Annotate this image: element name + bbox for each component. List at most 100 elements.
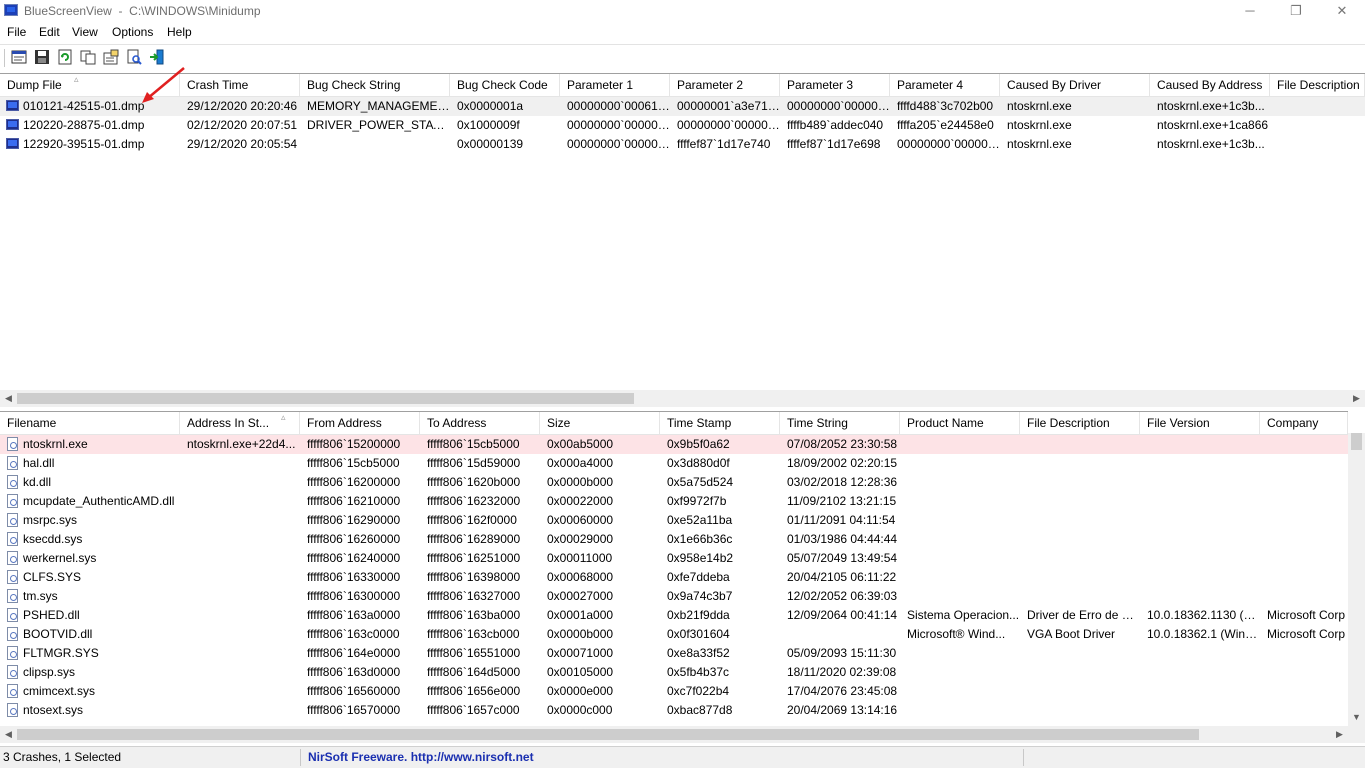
scroll-left-icon[interactable]: ◀ [0, 390, 17, 407]
driver-row[interactable]: cmimcext.sys fffff806`16560000 fffff806`16… [0, 682, 1348, 701]
driver-col-size[interactable]: Size [540, 412, 660, 434]
driver-col-company[interactable]: Company [1260, 412, 1348, 434]
driver-row[interactable]: hal.dll fffff806`15cb5000 fffff806`15d5900… [0, 454, 1348, 473]
driver-cell-product-name [900, 568, 1020, 587]
scroll-thumb[interactable] [17, 393, 634, 404]
driver-col-filename[interactable]: Filename [0, 412, 180, 434]
driver-col-time-stamp[interactable]: Time Stamp [660, 412, 780, 434]
driver-cell-filename: FLTMGR.SYS [23, 646, 99, 660]
driver-row[interactable]: mcupdate_AuthenticAMD.dll fffff806`162100… [0, 492, 1348, 511]
driver-row[interactable]: ntosext.sys fffff806`16570000 fffff806`165… [0, 701, 1348, 720]
driver-row[interactable]: CLFS.SYS fffff806`16330000 fffff806`163980… [0, 568, 1348, 587]
close-button[interactable]: ✕ [1319, 0, 1365, 22]
driver-cell-company [1260, 473, 1348, 492]
driver-cell-address-in-st [180, 701, 300, 720]
driver-cell-filename: ksecdd.sys [23, 532, 83, 546]
driver-cell-product-name [900, 473, 1020, 492]
dump-cell-bug-check-code: 0x1000009f [457, 118, 520, 132]
driver-cell-file-version [1140, 644, 1260, 663]
properties-icon[interactable] [102, 48, 120, 66]
dump-col-bug-check-string[interactable]: Bug Check String [300, 74, 450, 96]
dump-cell-file-description [1270, 97, 1365, 116]
driver-cell-address-in-st [180, 625, 300, 644]
dump-cell-bug-check-string [300, 135, 450, 154]
copy-icon[interactable] [79, 48, 97, 66]
html-report-icon[interactable] [10, 48, 28, 66]
driver-row[interactable]: clipsp.sys fffff806`163d0000 fffff806`164d… [0, 663, 1348, 682]
restore-button[interactable]: ❐ [1273, 0, 1319, 22]
driver-cell-time-string: 18/11/2020 02:39:08 [787, 665, 897, 679]
driver-cell-filename: werkernel.sys [23, 551, 97, 565]
driver-cell-from-address: fffff806`164e0000 [307, 646, 401, 660]
menu-view[interactable]: View [72, 25, 98, 39]
minimize-button[interactable]: ─ [1227, 0, 1273, 22]
driver-cell-to-address: fffff806`16398000 [427, 570, 521, 584]
driver-col-time-string[interactable]: Time String [780, 412, 900, 434]
save-icon[interactable] [33, 48, 51, 66]
annotation-arrow-icon [142, 67, 185, 103]
driver-cell-to-address: fffff806`164d5000 [427, 665, 521, 679]
driver-row[interactable]: kd.dll fffff806`16200000 fffff806`1620b000… [0, 473, 1348, 492]
driver-row[interactable]: ksecdd.sys fffff806`16260000 fffff806`1628… [0, 530, 1348, 549]
menu-file[interactable]: File [7, 25, 26, 39]
driver-row[interactable]: werkernel.sys fffff806`16240000 fffff806`1… [0, 549, 1348, 568]
scroll-thumb[interactable] [1351, 433, 1362, 450]
dump-col-caused-by-address[interactable]: Caused By Address [1150, 74, 1270, 96]
driver-row[interactable]: ntoskrnl.exe ntoskrnl.exe+22d4... fffff806… [0, 435, 1348, 454]
dump-col-crash-time[interactable]: Crash Time [180, 74, 300, 96]
dump-row[interactable]: 122920-39515-01.dmp 29/12/2020 20:05:54 0x… [0, 135, 1365, 154]
driver-cell-company [1260, 492, 1348, 511]
scroll-right-icon[interactable]: ▶ [1331, 726, 1348, 743]
driver-cell-address-in-st [180, 644, 300, 663]
dump-col-parameter-1[interactable]: Parameter 1 [560, 74, 670, 96]
driver-cell-file-description [1020, 492, 1140, 511]
driver-cell-file-description [1020, 663, 1140, 682]
sort-arrow-icon: ▵ [74, 74, 79, 84]
driver-cell-file-description [1020, 473, 1140, 492]
dump-col-bug-check-code[interactable]: Bug Check Code [450, 74, 560, 96]
driver-cell-address-in-st [180, 682, 300, 701]
driver-cell-filename: hal.dll [23, 456, 55, 470]
driver-col-file-version[interactable]: File Version [1140, 412, 1260, 434]
dump-col-parameter-3[interactable]: Parameter 3 [780, 74, 890, 96]
driver-cell-time-string: 01/03/1986 04:44:44 [787, 532, 898, 546]
dump-col-parameter-4[interactable]: Parameter 4 [890, 74, 1000, 96]
driver-row[interactable]: BOOTVID.dll fffff806`163c0000 fffff806`163… [0, 625, 1348, 644]
scroll-down-icon[interactable]: ▼ [1348, 709, 1365, 726]
driver-cell-size: 0x0000e000 [547, 684, 614, 698]
dump-row[interactable]: 120220-28875-01.dmp 02/12/2020 20:07:51 DR… [0, 116, 1365, 135]
dump-col-caused-by-driver[interactable]: Caused By Driver [1000, 74, 1150, 96]
driver-row[interactable]: tm.sys fffff806`16300000 fffff806`16327000… [0, 587, 1348, 606]
scroll-right-icon[interactable]: ▶ [1348, 390, 1365, 407]
driver-col-from-address[interactable]: From Address [300, 412, 420, 434]
driver-row[interactable]: FLTMGR.SYS fffff806`164e0000 fffff806`1655… [0, 644, 1348, 663]
refresh-icon[interactable] [56, 48, 74, 66]
driver-cell-filename: ntosext.sys [23, 703, 84, 717]
driver-row[interactable]: PSHED.dll fffff806`163a0000 fffff806`163ba… [0, 606, 1348, 625]
driver-file-icon [7, 513, 18, 527]
driver-col-to-address[interactable]: To Address [420, 412, 540, 434]
driver-cell-size: 0x0001a000 [547, 608, 614, 622]
toolbar [0, 44, 1365, 71]
dump-col-file-description[interactable]: File Description [1270, 74, 1365, 96]
menu-edit[interactable]: Edit [39, 25, 60, 39]
driver-col-file-description[interactable]: File Description [1020, 412, 1140, 434]
dump-col-parameter-2[interactable]: Parameter 2 [670, 74, 780, 96]
driver-cell-time-string: 17/04/2076 23:45:08 [787, 684, 898, 698]
driver-row[interactable]: msrpc.sys fffff806`16290000 fffff806`162f0… [0, 511, 1348, 530]
menu-help[interactable]: Help [167, 25, 192, 39]
driver-cell-product-name: Microsoft® Wind... [907, 627, 1006, 641]
driver-col-product-name[interactable]: Product Name [900, 412, 1020, 434]
scroll-left-icon[interactable]: ◀ [0, 726, 17, 743]
status-divider [300, 749, 301, 766]
driver-list-hscrollbar[interactable]: ◀ ▶ [0, 726, 1365, 743]
driver-cell-company: Microsoft Corp [1267, 608, 1346, 622]
dump-list-hscrollbar[interactable]: ◀ ▶ [0, 390, 1365, 407]
nirsoft-link[interactable]: NirSoft Freeware. http://www.nirsoft.net [308, 750, 534, 764]
menu-options[interactable]: Options [112, 25, 153, 39]
driver-cell-to-address: fffff806`16251000 [427, 551, 521, 565]
dump-row[interactable]: 010121-42515-01.dmp 29/12/2020 20:20:46 ME… [0, 97, 1365, 116]
driver-list-vscrollbar[interactable]: ▼ [1348, 433, 1365, 726]
scroll-thumb[interactable] [17, 729, 1199, 740]
driver-cell-address-in-st [180, 606, 300, 625]
